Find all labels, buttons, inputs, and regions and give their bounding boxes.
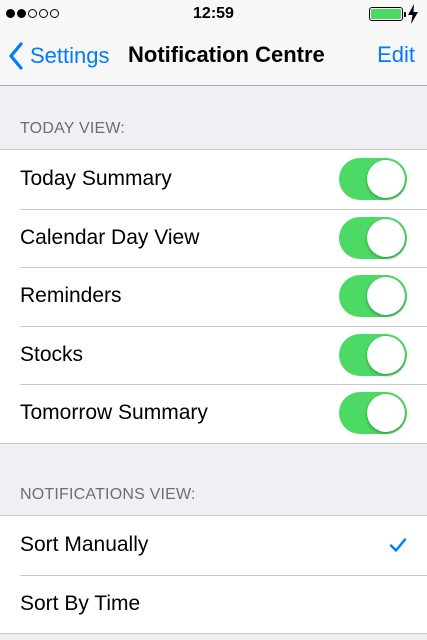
tomorrow-summary-toggle[interactable] — [339, 392, 407, 434]
checkmark-icon — [389, 538, 407, 552]
row-label: Today Summary — [20, 167, 172, 191]
list-item-today-summary: Today Summary — [0, 150, 427, 209]
row-label: Sort Manually — [20, 533, 149, 557]
today-summary-toggle[interactable] — [339, 158, 407, 200]
list-item-calendar-day-view: Calendar Day View — [0, 208, 427, 268]
today-view-group: Today Summary Calendar Day View Reminder… — [0, 149, 427, 444]
chevron-left-icon — [9, 42, 23, 70]
row-label: Tomorrow Summary — [20, 401, 208, 425]
notifications-view-group: Sort Manually Sort By Time — [0, 515, 427, 634]
status-time: 12:59 — [193, 5, 234, 22]
back-button[interactable]: Settings — [8, 42, 110, 70]
back-button-label: Settings — [30, 43, 110, 68]
list-item-tomorrow-summary: Tomorrow Summary — [0, 384, 427, 443]
row-label: Sort By Time — [20, 591, 141, 615]
status-bar: 12:59 — [0, 0, 427, 28]
edit-button[interactable]: Edit — [377, 42, 415, 68]
battery-icon — [369, 7, 406, 21]
list-item-sort-manually[interactable]: Sort Manually — [0, 516, 427, 575]
row-label: Reminders — [20, 284, 122, 308]
list-item-sort-by-time[interactable]: Sort By Time — [0, 574, 427, 634]
list-item-reminders: Reminders — [0, 267, 427, 326]
list-item-stocks: Stocks — [0, 325, 427, 385]
navigation-bar: Settings Notification Centre Edit — [0, 28, 427, 86]
section-header-today-view: TODAY VIEW: — [20, 120, 126, 137]
row-label: Calendar Day View — [20, 225, 200, 249]
reminders-toggle[interactable] — [339, 275, 407, 317]
stocks-toggle[interactable] — [339, 333, 407, 376]
charging-bolt-icon — [408, 4, 418, 24]
row-label: Stocks — [20, 342, 84, 366]
page-title: Notification Centre — [128, 42, 325, 67]
calendar-day-view-toggle[interactable] — [339, 216, 407, 259]
section-header-notifications-view: NOTIFICATIONS VIEW: — [20, 486, 196, 503]
